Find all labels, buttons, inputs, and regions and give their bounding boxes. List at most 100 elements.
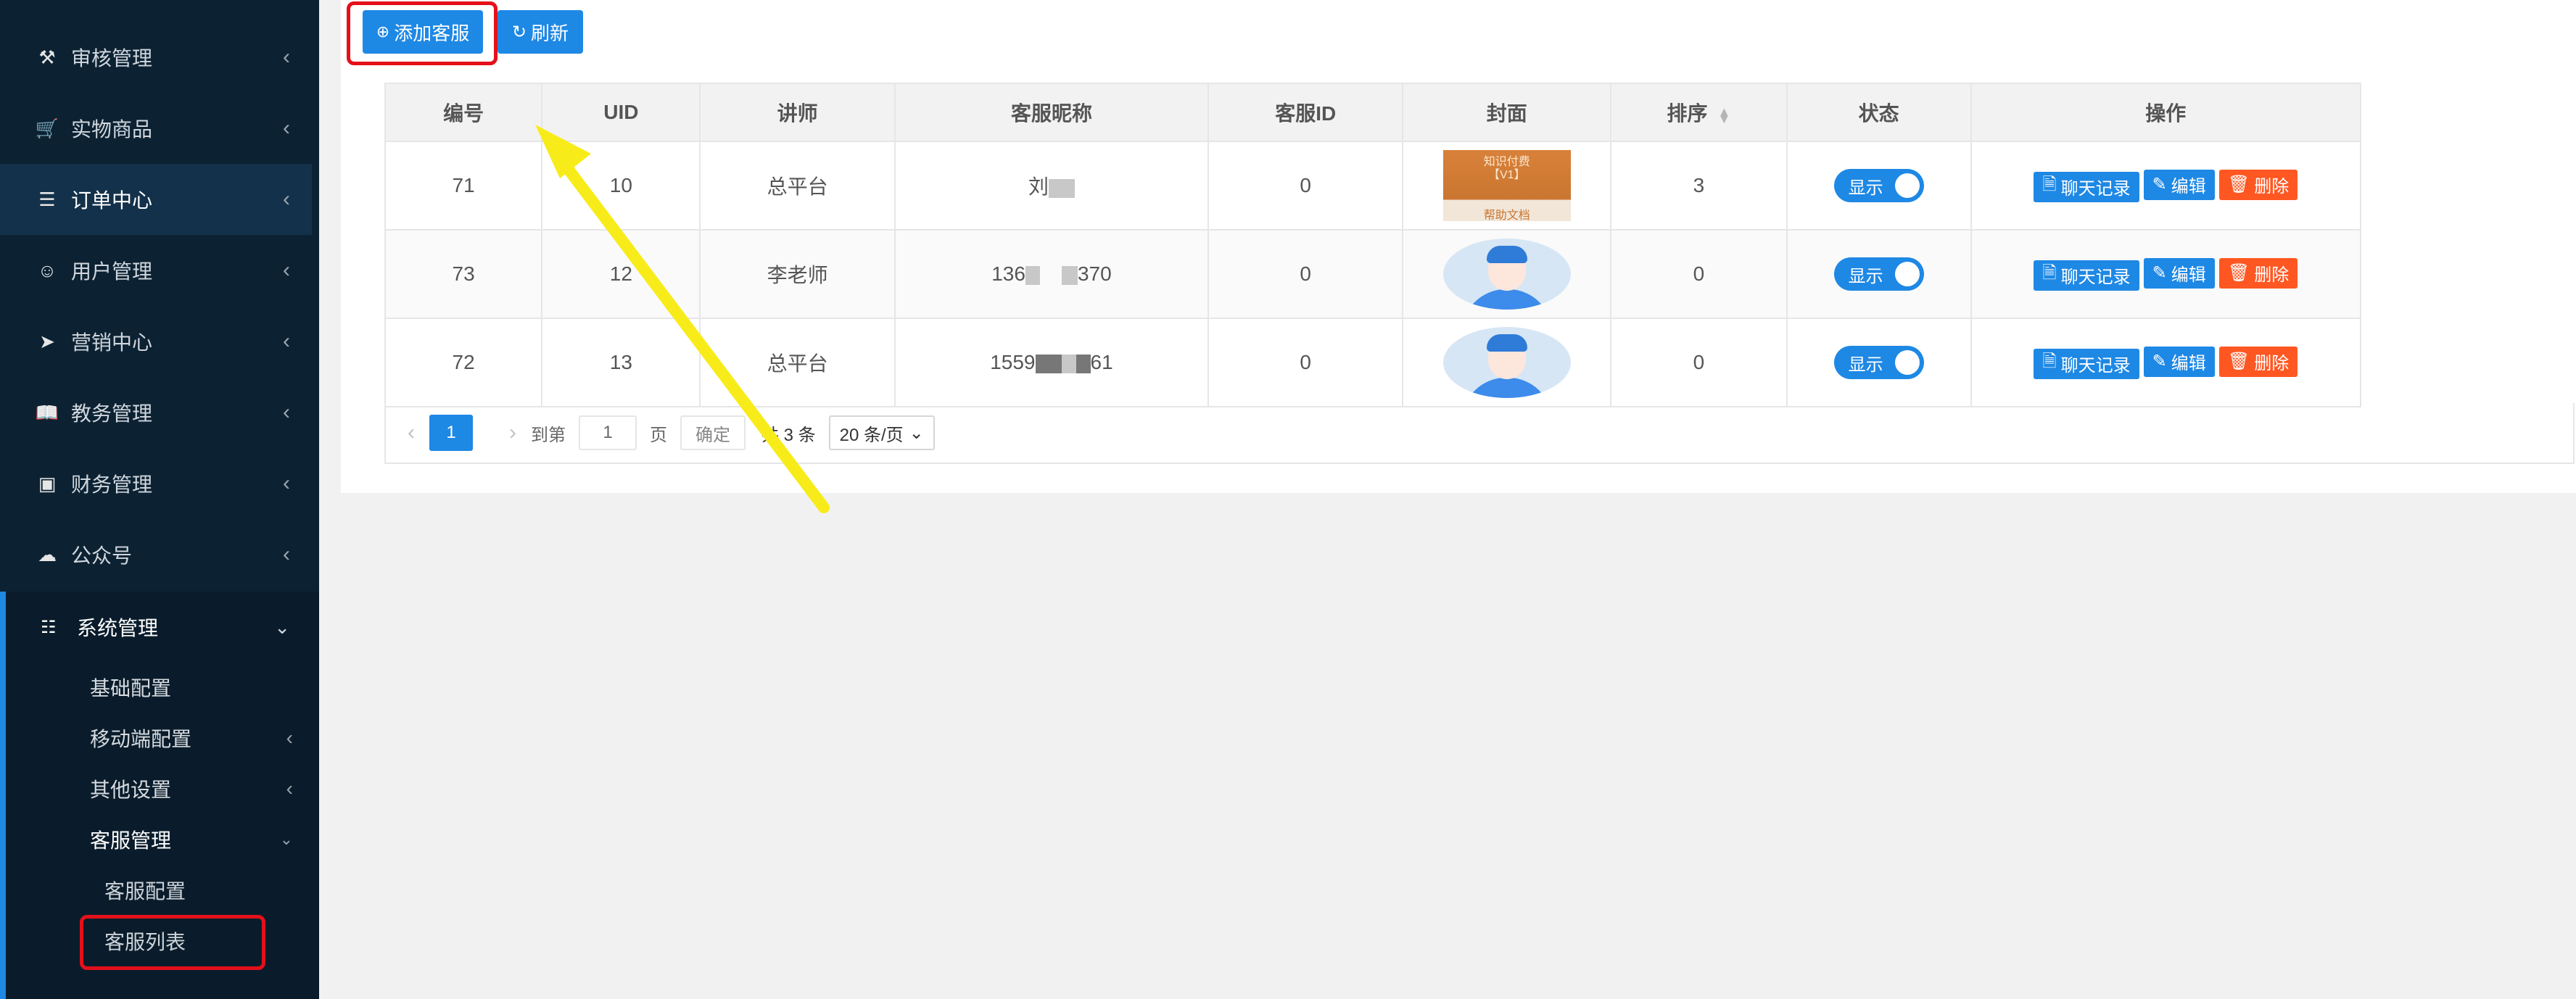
sort-icon[interactable]: ▲ ▼ [1717,105,1730,125]
cell-uid: 12 [541,229,701,319]
cover-image-avatar[interactable] [1442,239,1571,310]
cell-teacher: 李老师 [699,229,896,319]
highlight-box-kefu-list [80,915,265,970]
sidebar: ⚒ 审核管理 ‹ 🛒 实物商品 ‹ ☰ 订单中心 ‹ ☺ 用户管理 ‹ ➤ 营销… [0,0,319,999]
next-page-icon[interactable]: › [509,420,516,445]
sidebar-item-label: 营销中心 [71,331,153,354]
delete-button[interactable]: 🗑 删除 [2218,169,2298,200]
cart-icon: 🛒 [35,117,59,139]
cell-sort: 3 [1610,141,1788,231]
prev-page-icon[interactable]: ‹ [408,420,415,445]
current-page[interactable]: 1 [429,415,473,451]
chat-record-button[interactable]: 🗎 聊天记录 [2034,348,2139,379]
pencil-icon: ✎ [2152,175,2167,194]
cell-nickname: 136 370 [893,229,1210,319]
sub2-item-label: 客服配置 [104,880,186,903]
col-header-kefu-id: 客服ID [1208,83,1404,142]
cell-actions: 🗎 聊天记录 ✎ 编辑 🗑 删除 [1970,229,2362,319]
main-content: ⊕ 添加客服 ↻ 刷新 编号 UID 讲师 客服昵称 客服ID 封面 排序 ▲ … [319,0,2576,999]
sidebar-item-label: 订单中心 [71,189,153,212]
pagination: ‹ 1 › 到第 1 页 确定 共 3 条 20 条/页 ⌄ [384,403,2575,464]
sidebar-sub-mobile-config[interactable]: 移动端配置 ‹ [90,716,307,760]
refresh-button[interactable]: ↻ 刷新 [498,10,583,54]
action-label: 聊天记录 [2060,356,2131,376]
sidebar-item-audit[interactable]: ⚒ 审核管理 ‹ [0,22,312,93]
status-toggle[interactable]: 显示 [1833,346,1924,379]
avatar-body [1461,289,1552,310]
cell-id: 72 [384,318,543,407]
document-icon: 🗎 [2042,175,2057,194]
sidebar-sub-other-settings[interactable]: 其他设置 ‹ [90,767,307,811]
sidebar-item-education[interactable]: 📖 教务管理 ‹ [0,377,312,448]
sidebar-sub-kefu-manage[interactable]: 客服管理 ⌄ [90,818,307,861]
cell-kefu-id: 0 [1208,229,1404,319]
sidebar-item-marketing[interactable]: ➤ 营销中心 ‹ [0,306,312,377]
sidebar-sub-basic-config[interactable]: 基础配置 [90,666,307,709]
action-label: 聊天记录 [2060,268,2131,287]
nickname-text: 1559 [990,351,1036,373]
col-header-sort[interactable]: 排序 ▲ ▼ [1610,83,1788,142]
table-row: 72 13 总平台 1559 61 0 0 显示 🗎 聊天记录 ✎ 编辑 🗑 删除 [384,318,2362,407]
blurred-text [1048,178,1075,198]
col-header-uid: UID [541,83,701,142]
sidebar-item-orders[interactable]: ☰ 订单中心 ‹ [0,164,312,235]
delete-button[interactable]: 🗑 删除 [2218,257,2298,289]
money-icon: ▣ [38,472,57,494]
gavel-icon: ⚒ [38,46,56,68]
document-icon: 🗎 [2042,352,2057,371]
page-input[interactable]: 1 [579,415,637,450]
chevron-left-icon: ‹ [286,726,293,749]
avatar-hair [1486,334,1527,352]
sidebar-sub-kefu-config[interactable]: 客服配置 [104,869,186,912]
refresh-label: 刷新 [531,22,569,44]
table-header-row: 编号 UID 讲师 客服昵称 客服ID 封面 排序 ▲ ▼ 状态 操作 [384,83,2362,142]
cell-id: 73 [384,229,543,319]
page-size-select[interactable]: 20 条/页 ⌄ [828,415,935,450]
status-toggle[interactable]: 显示 [1833,169,1924,202]
toggle-label: 显示 [1848,178,1883,198]
chat-record-button[interactable]: 🗎 聊天记录 [2034,260,2139,291]
edit-button[interactable]: ✎ 编辑 [2143,257,2215,289]
list-icon: ☰ [38,188,56,210]
delete-button[interactable]: 🗑 删除 [2218,346,2298,377]
pencil-icon: ✎ [2152,352,2167,371]
chevron-left-icon: ‹ [286,777,293,800]
page-unit-label: 页 [650,425,667,445]
page-size-label: 20 条/页 [839,425,904,445]
confirm-button[interactable]: 确定 [680,415,746,450]
grid-icon: ☷ [41,617,57,637]
sidebar-item-label: 实物商品 [71,118,153,141]
blurred-text [1061,265,1078,285]
chevron-left-icon: ‹ [283,471,290,495]
col-header-cover: 封面 [1402,83,1612,142]
blurred-text [1035,354,1062,373]
nickname-text: 370 [1077,262,1112,285]
sub-item-label: 基础配置 [90,677,172,700]
edit-button[interactable]: ✎ 编辑 [2143,346,2215,377]
action-label: 删除 [2254,354,2290,373]
cover-text: 知识付费 [1483,156,1530,168]
toggle-knob [1894,350,1920,375]
toggle-label: 显示 [1848,355,1883,375]
cell-actions: 🗎 聊天记录 ✎ 编辑 🗑 删除 [1970,318,2362,407]
edit-button[interactable]: ✎ 编辑 [2143,169,2215,200]
table-row: 73 12 李老师 136 370 0 0 显示 🗎 聊天记录 ✎ 编辑 🗑 删除 [384,229,2362,319]
sidebar-item-system[interactable]: ☷ 系统管理 ⌄ [0,592,312,663]
sidebar-item-goods[interactable]: 🛒 实物商品 ‹ [0,93,312,164]
cover-image-book[interactable]: 知识付费 【V1】 帮助文档 [1442,150,1571,222]
cell-status: 显示 [1786,318,1972,407]
cell-kefu-id: 0 [1208,141,1404,231]
col-header-id: 编号 [384,83,543,142]
chevron-left-icon: ‹ [283,116,290,140]
status-toggle[interactable]: 显示 [1833,257,1924,291]
toggle-knob [1894,173,1920,198]
total-count: 共 3 条 [761,425,816,445]
sidebar-item-wechat[interactable]: ☁ 公众号 ‹ [0,519,312,590]
sidebar-item-users[interactable]: ☺ 用户管理 ‹ [0,235,312,306]
chat-record-button[interactable]: 🗎 聊天记录 [2034,171,2139,202]
blurred-text [1076,354,1091,373]
sidebar-item-finance[interactable]: ▣ 财务管理 ‹ [0,448,312,519]
nickname-text: 136 [991,262,1025,285]
cover-image-avatar[interactable] [1442,327,1571,398]
chevron-left-icon: ‹ [283,329,290,353]
